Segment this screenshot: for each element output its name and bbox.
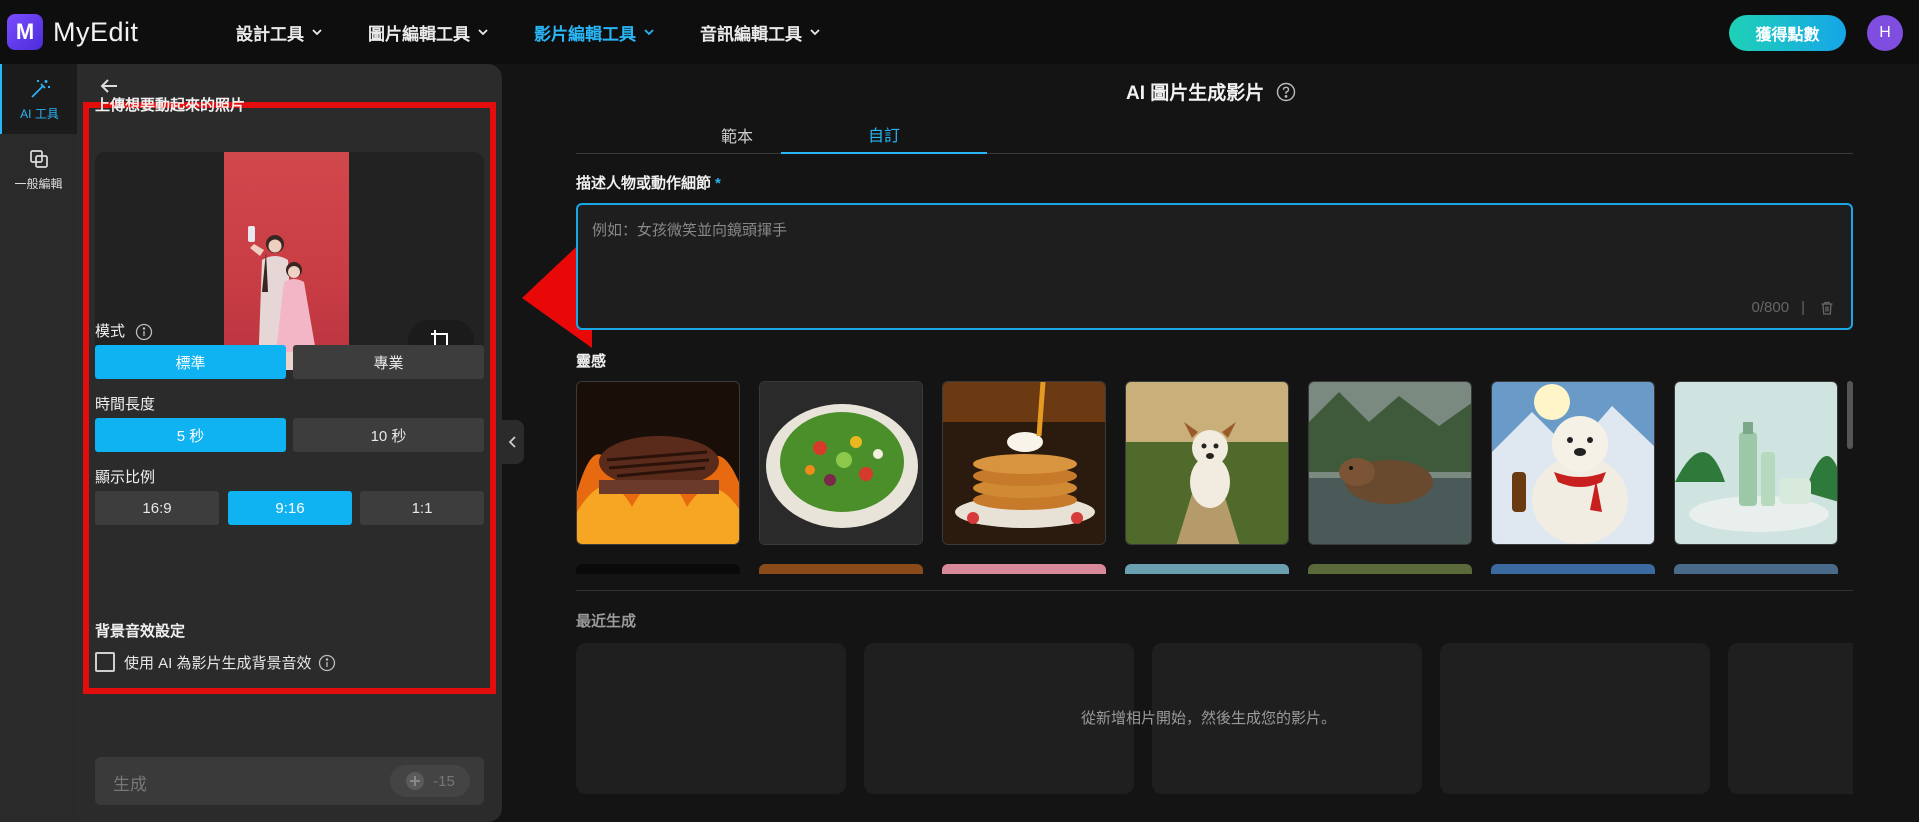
uploaded-photo xyxy=(224,152,349,370)
main-nav: 設計工具 圖片編輯工具 影片編輯工具 音訊編輯工具 xyxy=(236,0,866,64)
bg-audio-label-text: 使用 AI 為影片生成背景音效 xyxy=(124,655,312,672)
prompt-counter: 0/800 | xyxy=(1752,299,1835,316)
capybara-image xyxy=(1309,382,1471,544)
prompt-label-text: 描述人物或動作細節 xyxy=(576,175,712,192)
inspiration-thumb-salad[interactable] xyxy=(759,381,923,545)
required-mark: * xyxy=(715,175,721,192)
steak-image xyxy=(577,382,739,544)
pancakes-image xyxy=(943,382,1105,544)
chevron-down-icon xyxy=(478,29,488,36)
generate-button[interactable]: 生成 -15 xyxy=(95,757,484,805)
top-navigation-bar: M MyEdit 設計工具 圖片編輯工具 影片編輯工具 音訊編輯工具 獲得點數 … xyxy=(0,0,1919,64)
upload-title: 上傳想要動起來的照片 xyxy=(95,97,246,114)
mode-pro-option[interactable]: 專業 xyxy=(293,345,484,379)
salad-image xyxy=(760,382,922,544)
help-icon[interactable] xyxy=(1276,82,1296,102)
polar-bear-image xyxy=(1492,382,1654,544)
recent-placeholder-card xyxy=(576,643,846,794)
mode-label-text: 模式 xyxy=(95,323,126,340)
inspiration-thumb-row2-6[interactable] xyxy=(1491,564,1655,574)
dog-image xyxy=(1126,382,1288,544)
rail-item-label: AI 工具 xyxy=(20,106,59,121)
mode-tabs: 範本 自訂 xyxy=(576,116,1853,154)
magic-wand-icon xyxy=(30,79,50,98)
rail-item-label: 一般編輯 xyxy=(14,176,63,191)
bg-audio-checkbox[interactable] xyxy=(95,652,115,672)
inspiration-thumb-capybara[interactable] xyxy=(1308,381,1472,545)
prompt-placeholder: 例如：女孩微笑並向鏡頭揮手 xyxy=(592,222,788,239)
inspiration-scrollbar[interactable] xyxy=(1847,381,1853,449)
photo-illustration xyxy=(248,226,316,370)
counter-separator: | xyxy=(1801,299,1805,316)
chevron-down-icon xyxy=(312,29,322,36)
nav-image-tools[interactable]: 圖片編輯工具 xyxy=(368,20,488,45)
duration-5s-option[interactable]: 5 秒 xyxy=(95,418,286,452)
app-name: MyEdit xyxy=(53,16,139,47)
info-icon[interactable] xyxy=(318,654,336,672)
get-points-button[interactable]: 獲得點數 xyxy=(1729,15,1846,51)
ratio-9-16-option[interactable]: 9:16 xyxy=(228,491,352,525)
chevron-left-icon xyxy=(508,436,516,448)
bg-audio-label[interactable]: 使用 AI 為影片生成背景音效 xyxy=(124,652,336,673)
nav-video-tools[interactable]: 影片編輯工具 xyxy=(534,20,654,45)
mode-standard-option[interactable]: 標準 xyxy=(95,345,286,379)
tool-rail: AI 工具 一般編輯 xyxy=(0,64,77,822)
mode-label: 模式 xyxy=(95,320,153,341)
recent-empty-message: 從新增相片開始，然後生成您的影片。 xyxy=(1081,710,1337,727)
generate-label: 生成 xyxy=(113,775,147,794)
info-icon[interactable] xyxy=(135,323,153,341)
inspiration-thumb-pancakes[interactable] xyxy=(942,381,1106,545)
credit-cost: -15 xyxy=(433,772,455,790)
inspiration-thumb-steak[interactable] xyxy=(576,381,740,545)
credit-coin-icon xyxy=(406,772,425,790)
recent-label: 最近生成 xyxy=(576,613,637,630)
chevron-down-icon xyxy=(810,29,820,36)
inspiration-thumb-row2-2[interactable] xyxy=(759,564,923,574)
copy-layers-icon xyxy=(29,149,48,168)
nav-label: 圖片編輯工具 xyxy=(368,24,470,44)
page-title-text: AI 圖片生成影片 xyxy=(1126,83,1265,104)
avatar[interactable]: H xyxy=(1867,15,1903,51)
inspiration-thumb-polar-bear[interactable] xyxy=(1491,381,1655,545)
inspiration-thumb-row2-7[interactable] xyxy=(1674,564,1838,574)
collapse-panel-button[interactable] xyxy=(502,420,524,464)
skincare-image xyxy=(1675,382,1837,544)
trash-icon[interactable] xyxy=(1819,300,1835,316)
rail-item-ai-tools[interactable]: AI 工具 xyxy=(0,64,77,134)
recent-placeholder-card xyxy=(1440,643,1710,794)
prompt-input[interactable]: 例如：女孩微笑並向鏡頭揮手 0/800 | xyxy=(576,203,1853,330)
inspiration-thumb-row2-4[interactable] xyxy=(1125,564,1289,574)
chevron-down-icon xyxy=(644,29,654,36)
nav-design-tools[interactable]: 設計工具 xyxy=(236,20,322,45)
inspiration-thumb-row2-1[interactable] xyxy=(576,564,740,574)
ratio-label: 顯示比例 xyxy=(95,469,156,486)
duration-10s-option[interactable]: 10 秒 xyxy=(293,418,484,452)
bg-audio-title: 背景音效設定 xyxy=(95,623,186,640)
inspiration-label: 靈感 xyxy=(576,353,607,370)
nav-label: 影片編輯工具 xyxy=(534,24,636,44)
rail-item-general-edit[interactable]: 一般編輯 xyxy=(0,134,77,204)
ratio-1-1-option[interactable]: 1:1 xyxy=(360,491,484,525)
recent-placeholder-card xyxy=(1728,643,1853,794)
nav-label: 設計工具 xyxy=(236,24,304,44)
tab-custom[interactable]: 自訂 xyxy=(781,116,987,154)
credit-cost-badge: -15 xyxy=(390,765,470,797)
char-count: 0/800 xyxy=(1751,299,1790,316)
inspiration-thumb-row2-3[interactable] xyxy=(942,564,1106,574)
inspiration-thumb-row2-5[interactable] xyxy=(1308,564,1472,574)
page-title: AI 圖片生成影片 xyxy=(1126,78,1296,105)
nav-audio-tools[interactable]: 音訊編輯工具 xyxy=(700,20,820,45)
duration-label: 時間長度 xyxy=(95,396,156,413)
photo-preview[interactable] xyxy=(95,152,484,370)
logo-mark-icon: M xyxy=(7,14,43,50)
app-logo[interactable]: M MyEdit xyxy=(7,14,139,50)
settings-panel: 上傳想要動起來的照片 模式 標準 專業 時間長度 5 秒 10 秒 顯示比例 1… xyxy=(77,64,502,822)
section-divider xyxy=(576,590,1853,591)
prompt-label: 描述人物或動作細節 * xyxy=(576,172,721,193)
inspiration-thumb-dog[interactable] xyxy=(1125,381,1289,545)
nav-label: 音訊編輯工具 xyxy=(700,24,802,44)
ratio-16-9-option[interactable]: 16:9 xyxy=(95,491,219,525)
inspiration-thumb-skincare[interactable] xyxy=(1674,381,1838,545)
